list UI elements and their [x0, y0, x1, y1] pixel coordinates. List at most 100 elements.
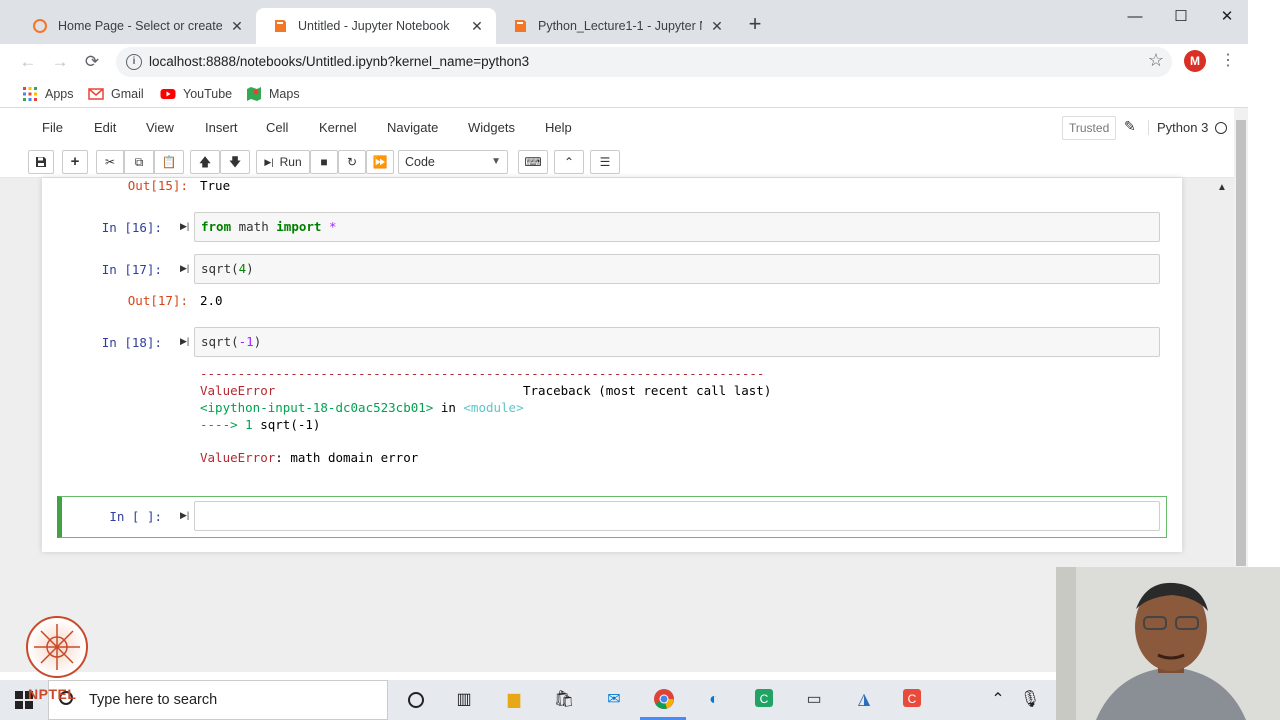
run-cell-icon[interactable]: ▶| — [180, 510, 190, 522]
close-icon[interactable]: ✕ — [228, 18, 246, 35]
bookmark-apps[interactable]: Apps — [22, 84, 74, 104]
app-green-icon[interactable]: C — [752, 688, 776, 712]
error-location: <ipython-input-18-dc0ac523cb01> in <modu… — [200, 400, 524, 415]
code-line: sqrt(-1) — [201, 334, 262, 349]
nptel-logo — [26, 616, 88, 678]
tab-title: Home Page - Select or create a n — [58, 19, 222, 33]
menu-file[interactable]: File — [42, 120, 63, 135]
forward-arrow-icon[interactable]: → — [48, 50, 72, 74]
more-vert-icon[interactable]: ⋮ — [1220, 50, 1236, 74]
code-input[interactable]: sqrt(-1) — [194, 327, 1160, 357]
taskbar-search[interactable]: Type here to search — [48, 680, 388, 720]
cell-output: 2.0 — [200, 293, 223, 308]
task-view-icon[interactable]: ▥ — [452, 688, 476, 712]
terminal-icon[interactable]: ▭ — [802, 688, 826, 712]
search-placeholder: Type here to search — [89, 692, 218, 708]
app-red-icon[interactable]: C — [900, 688, 924, 712]
bookmark-label: Maps — [269, 87, 300, 101]
close-icon[interactable]: ✕ — [468, 18, 486, 35]
copy-icon[interactable]: ⧉ — [124, 150, 154, 174]
output-prompt: Out[15]: — [127, 178, 188, 193]
code-input-empty[interactable] — [194, 501, 1160, 531]
output-prompt: Out[17]: — [127, 293, 188, 308]
tab-title: Untitled - Jupyter Notebook — [298, 19, 450, 33]
kernel-name[interactable]: Python 3 — [1148, 120, 1208, 135]
code-line: from math import * — [201, 219, 337, 234]
edge-icon[interactable]: ◐ — [702, 688, 726, 712]
run-cell-icon[interactable]: ▶| — [180, 263, 190, 275]
menu-cell[interactable]: Cell — [266, 120, 288, 135]
maximize-icon[interactable]: ☐ — [1158, 4, 1204, 30]
url-field[interactable]: i localhost:8888/notebooks/Untitled.ipyn… — [116, 47, 1172, 77]
run-cell-icon[interactable]: ▶| — [180, 221, 190, 233]
cut-icon[interactable]: ✂ — [96, 150, 124, 174]
window-close-icon[interactable]: ✕ — [1204, 4, 1250, 30]
chrome-icon[interactable] — [652, 688, 676, 712]
bookmark-label: Gmail — [111, 87, 144, 101]
bookmark-star-icon[interactable]: ☆ — [1148, 50, 1164, 71]
svg-text:C: C — [908, 692, 917, 706]
scroll-up-icon[interactable]: ▲ — [1217, 182, 1227, 193]
list-icon[interactable]: ☰ — [590, 150, 620, 174]
microphone-icon[interactable]: 🎙 — [1018, 688, 1042, 712]
bookmark-label: YouTube — [183, 87, 233, 101]
reload-icon[interactable]: ⟳ — [80, 50, 104, 74]
save-icon[interactable] — [28, 150, 54, 174]
store-icon[interactable]: 🛍 — [552, 688, 576, 712]
collapse-up-icon[interactable]: ⌃ — [554, 150, 584, 174]
cortana-icon[interactable] — [404, 688, 428, 712]
cell-type-select[interactable]: Code ▼ — [398, 150, 508, 174]
menu-insert[interactable]: Insert — [205, 120, 238, 135]
apps-grid-icon — [23, 87, 37, 101]
chevron-up-icon[interactable]: ⌃ — [986, 688, 1010, 712]
keyboard-icon[interactable]: ⌨ — [518, 150, 548, 174]
move-down-icon[interactable]: 🡇 — [220, 150, 250, 174]
bookmark-maps[interactable]: Maps — [246, 84, 300, 104]
move-up-icon[interactable]: 🡅 — [190, 150, 220, 174]
minimize-icon[interactable]: — — [1112, 4, 1158, 30]
kernel-idle-icon — [1215, 122, 1227, 134]
jupyter-menubar: File Edit View Insert Cell Kernel Naviga… — [0, 108, 1248, 148]
new-tab-button[interactable]: + — [744, 13, 766, 36]
app-blue-icon[interactable]: ◮ — [852, 688, 876, 712]
menu-edit[interactable]: Edit — [94, 120, 116, 135]
paste-icon[interactable]: 📋 — [154, 150, 184, 174]
cell-type-value: Code — [405, 155, 435, 169]
bookmark-gmail[interactable]: Gmail — [88, 84, 144, 104]
menu-view[interactable]: View — [146, 120, 174, 135]
bookmark-youtube[interactable]: YouTube — [160, 84, 232, 104]
scrollbar-thumb[interactable] — [1236, 120, 1246, 566]
code-input[interactable]: sqrt(4) — [194, 254, 1160, 284]
menu-kernel[interactable]: Kernel — [319, 120, 357, 135]
pencil-icon[interactable]: ✎ — [1124, 118, 1136, 135]
tab-untitled-notebook[interactable]: Untitled - Jupyter Notebook ✕ — [256, 8, 496, 44]
restart-icon[interactable]: ↻ — [338, 150, 366, 174]
profile-avatar[interactable]: M — [1184, 50, 1206, 72]
info-icon[interactable]: i — [126, 54, 142, 70]
trusted-indicator[interactable]: Trusted — [1062, 116, 1117, 140]
menu-help[interactable]: Help — [545, 120, 572, 135]
menu-widgets[interactable]: Widgets — [468, 120, 515, 135]
menu-navigate[interactable]: Navigate — [387, 120, 438, 135]
fast-forward-icon[interactable]: ⏩ — [366, 150, 394, 174]
tab-python-lecture[interactable]: Python_Lecture1-1 - Jupyter Not ✕ — [496, 8, 736, 44]
mail-icon[interactable]: ✉ — [602, 688, 626, 712]
code-input[interactable]: from math import * — [194, 212, 1160, 242]
add-cell-icon[interactable]: + — [62, 150, 88, 174]
run-button[interactable]: ▶| Run — [256, 150, 310, 174]
input-prompt: In [17]: — [101, 262, 162, 277]
run-cell-icon[interactable]: ▶| — [180, 336, 190, 348]
back-arrow-icon[interactable]: ← — [16, 50, 40, 74]
close-icon[interactable]: ✕ — [708, 18, 726, 35]
presenter-webcam — [1056, 567, 1280, 720]
tab-home-page[interactable]: Home Page - Select or create a n ✕ — [16, 8, 256, 44]
run-step-icon: ▶| — [264, 157, 274, 167]
file-explorer-icon[interactable]: ▆ — [502, 688, 526, 712]
bookmark-label: Apps — [45, 87, 74, 101]
run-label: Run — [279, 155, 302, 169]
gmail-icon — [88, 88, 104, 100]
stop-icon[interactable]: ■ — [310, 150, 338, 174]
maps-icon — [247, 87, 261, 101]
input-prompt: In [ ]: — [109, 509, 162, 524]
presenter-video-icon — [1056, 567, 1280, 720]
